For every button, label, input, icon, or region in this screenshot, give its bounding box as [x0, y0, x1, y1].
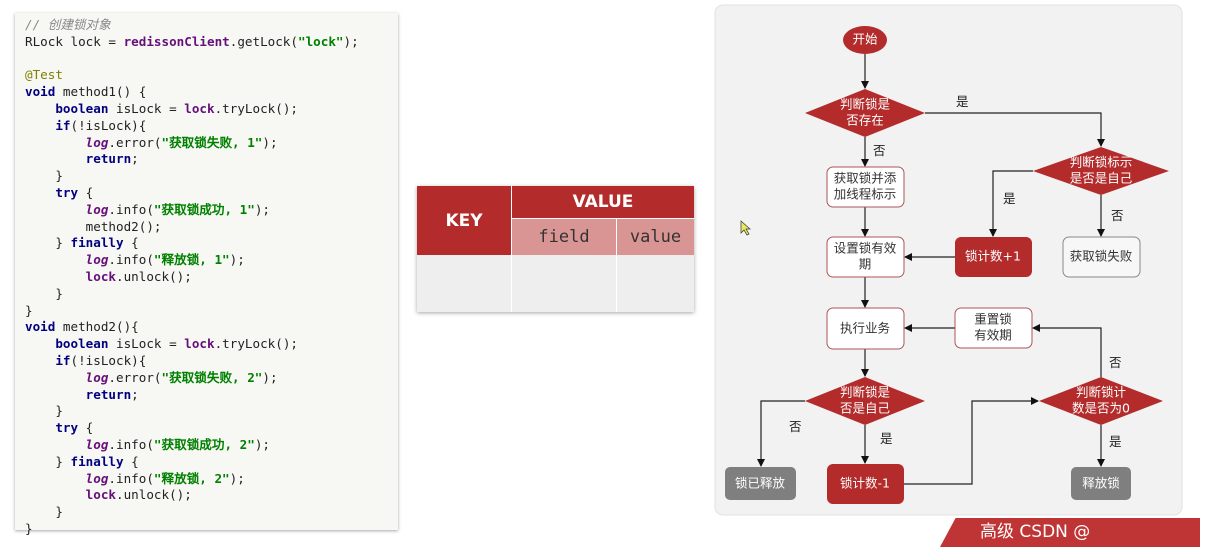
- svg-text:数是否为0: 数是否为0: [1072, 401, 1130, 416]
- svg-text:判断锁计: 判断锁计: [1076, 385, 1126, 400]
- svg-text:否是自己: 否是自己: [840, 401, 890, 416]
- svg-text:判断锁是: 判断锁是: [840, 385, 891, 400]
- acquire-fail-node: 获取锁失败: [1062, 236, 1141, 278]
- label-no: 否: [1109, 355, 1122, 370]
- svg-text:执行业务: 执行业务: [840, 321, 890, 336]
- svg-text:锁计数-1: 锁计数-1: [840, 476, 890, 491]
- svg-text:获取锁失败: 获取锁失败: [1070, 249, 1133, 264]
- label-yes: 是: [1003, 191, 1016, 206]
- execute-business-node: 执行业务: [826, 307, 905, 350]
- svg-text:开始: 开始: [852, 32, 878, 47]
- svg-text:释放锁: 释放锁: [1082, 476, 1120, 491]
- svg-text:期: 期: [859, 257, 872, 272]
- label-yes: 是: [880, 431, 893, 446]
- count-increment-node: 锁计数+1: [955, 237, 1032, 277]
- release-lock-node: 释放锁: [1071, 467, 1131, 500]
- label-yes: 是: [956, 94, 969, 109]
- svg-text:有效期: 有效期: [974, 328, 1012, 343]
- start-node: 开始: [843, 26, 887, 54]
- lock-released-node: 锁已释放: [725, 467, 796, 500]
- label-yes: 是: [1109, 434, 1122, 449]
- svg-text:重置锁: 重置锁: [974, 312, 1012, 327]
- svg-text:判断锁标示: 判断锁标示: [1070, 155, 1133, 170]
- svg-text:获取锁并添: 获取锁并添: [834, 171, 897, 186]
- svg-text:设置锁有效: 设置锁有效: [834, 241, 897, 256]
- svg-text:否存在: 否存在: [846, 113, 884, 128]
- reset-expire-node: 重置锁 有效期: [954, 307, 1033, 349]
- svg-text:锁已释放: 锁已释放: [735, 476, 786, 491]
- svg-text:加线程标示: 加线程标示: [834, 187, 897, 202]
- set-expire-node: 设置锁有效 期: [826, 236, 905, 278]
- svg-text:是否是自己: 是否是自己: [1070, 171, 1133, 186]
- label-no: 否: [1111, 208, 1124, 223]
- count-decrement-node: 锁计数-1: [827, 464, 904, 504]
- watermark: 高级 CSDN @: [940, 518, 1200, 547]
- acquire-lock-node: 获取锁并添 加线程标示: [826, 166, 905, 208]
- svg-text:判断锁是: 判断锁是: [840, 97, 891, 112]
- flowchart: 是 否 是 否 否 否 是 是 开始 判断锁是 否存在 判断锁标示 是否是自己 …: [714, 4, 1183, 516]
- svg-text:锁计数+1: 锁计数+1: [965, 249, 1021, 264]
- label-no: 否: [873, 143, 886, 158]
- label-no: 否: [789, 419, 802, 434]
